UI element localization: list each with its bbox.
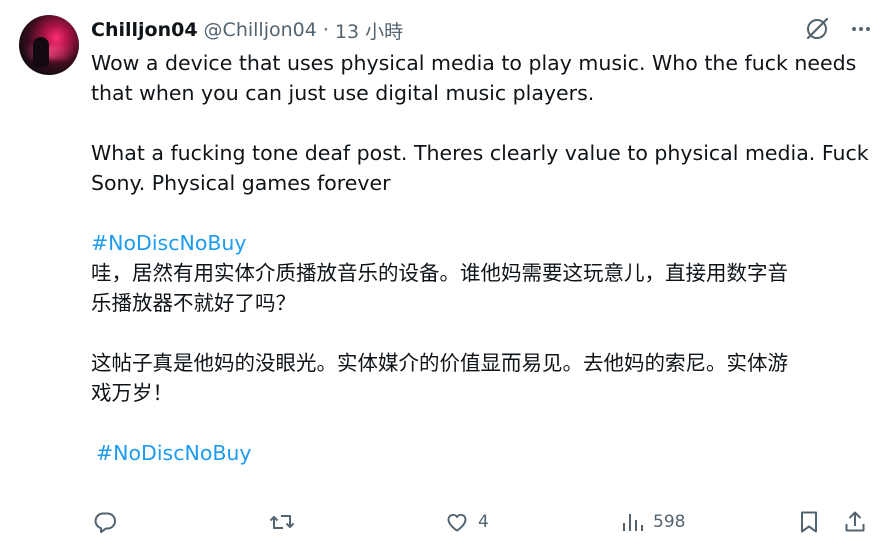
text-line: 哇，居然有用实体介质播放音乐的设备。谁他妈需要这玩意儿，直接用数字音	[91, 261, 788, 285]
text-line: 这帖子真是他妈的没眼光。实体媒介的价值显而易见。去他妈的索尼。实体游	[91, 351, 788, 375]
tweet-top-actions	[804, 16, 872, 42]
text-line: Sony. Physical games forever	[91, 171, 391, 195]
tweet-text: Wow a device that uses physical media to…	[91, 48, 876, 468]
views-icon	[623, 514, 643, 531]
share-icon	[845, 511, 865, 532]
hashtag-link[interactable]: #NoDiscNoBuy	[96, 441, 252, 465]
author-name[interactable]: Chilljon04	[91, 19, 198, 41]
share-button[interactable]	[843, 509, 867, 535]
reply-button[interactable]	[92, 509, 118, 535]
author-handle[interactable]: @Chilljon04	[204, 19, 317, 41]
like-count: 4	[478, 512, 489, 532]
avatar[interactable]	[19, 15, 79, 75]
like-button[interactable]: 4	[444, 509, 489, 535]
tweet-actions: 4 598	[91, 509, 873, 541]
bookmark-button[interactable]	[797, 509, 821, 535]
reply-icon	[94, 512, 116, 533]
text-line: that when you can just use digital music…	[91, 81, 595, 105]
text-line: What a fucking tone deaf post. Theres cl…	[91, 141, 869, 165]
meta-separator: ·	[322, 19, 329, 41]
text-line: 乐播放器不就好了吗？	[91, 291, 296, 315]
grok-icon[interactable]	[804, 16, 830, 42]
views-button[interactable]: 598	[621, 509, 685, 535]
retweet-icon	[269, 515, 295, 529]
text-line: Wow a device that uses physical media to…	[91, 51, 857, 75]
tweet-time[interactable]: 13 小時	[335, 17, 403, 44]
hashtag-link[interactable]: #NoDiscNoBuy	[91, 231, 247, 255]
view-count: 598	[653, 512, 686, 532]
more-icon[interactable]	[850, 18, 872, 40]
tweet-header: Chilljon04 @Chilljon04 · 13 小時	[91, 16, 403, 44]
retweet-button[interactable]	[268, 509, 296, 535]
text-line: 戏万岁！	[91, 381, 173, 405]
like-icon	[447, 513, 467, 532]
bookmark-icon	[801, 511, 817, 533]
